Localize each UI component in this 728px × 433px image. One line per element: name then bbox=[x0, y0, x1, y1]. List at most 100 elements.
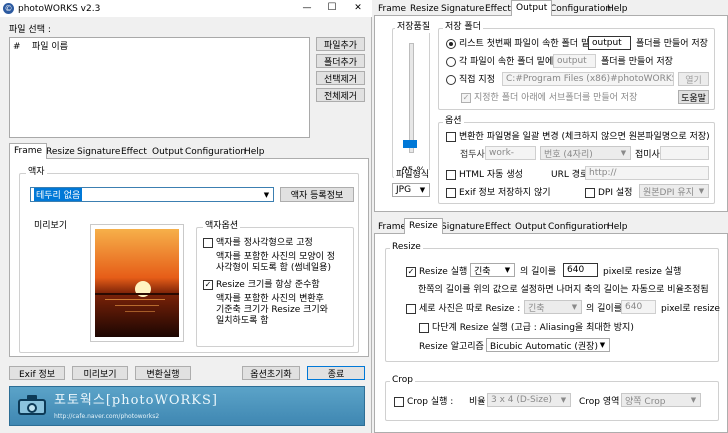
save-folder-label: 저장 폴더 bbox=[443, 22, 483, 33]
square-frame-desc-2: 사각형이 되도록 함 (썸네일용) bbox=[216, 263, 331, 273]
sunset-preview-icon bbox=[95, 229, 179, 337]
format-select[interactable]: JPG ▼ bbox=[392, 183, 430, 197]
file-list-col-num: # bbox=[13, 42, 21, 52]
first-file-folder-input[interactable]: output bbox=[588, 36, 631, 50]
rb-tab-effect[interactable]: Effect bbox=[481, 220, 515, 234]
chevron-down-icon: ▼ bbox=[419, 186, 426, 194]
right-top-tab-strip: Frame Resize Signature Effect Output Con… bbox=[374, 0, 728, 16]
portrait-length-label: 의 길이를 bbox=[586, 304, 622, 314]
left-tab-help[interactable]: Help bbox=[240, 145, 269, 159]
crop-ratio-label: 비율 bbox=[469, 397, 486, 407]
rt-tab-frame[interactable]: Frame bbox=[374, 2, 410, 16]
resize-pixel-label: pixel로 resize 실행 bbox=[603, 267, 682, 277]
resize-group-label: Resize bbox=[390, 242, 423, 253]
file-list[interactable]: # 파일 이름 bbox=[9, 37, 310, 138]
frame-panel: 액자 테두리 없음 ▼ 액자 등록정보 미리보기 액자옵션 액자를 정사각형으로… bbox=[9, 158, 369, 357]
chevron-down-icon: ▼ bbox=[599, 341, 606, 349]
preview-button[interactable]: 미리보기 bbox=[72, 366, 128, 380]
frame-preview-image bbox=[90, 224, 184, 342]
chevron-down-icon: ▼ bbox=[560, 396, 567, 404]
maximize-button[interactable]: ☐ bbox=[322, 2, 342, 14]
minimize-button[interactable]: — bbox=[297, 2, 317, 14]
portrait-length-input[interactable]: 640 bbox=[621, 300, 656, 314]
crop-ratio-value: 3 x 4 (D-Size) bbox=[491, 395, 553, 405]
multi-step-checkbox[interactable] bbox=[419, 323, 429, 333]
prefix-input[interactable]: work- bbox=[485, 146, 536, 160]
help-button[interactable]: 도움말 bbox=[678, 90, 709, 104]
radio-custom-folder-label: 직접 지정 bbox=[459, 75, 495, 85]
rb-tab-help[interactable]: Help bbox=[603, 220, 632, 234]
left-tab-effect[interactable]: Effect bbox=[117, 145, 151, 159]
crop-area-select[interactable]: 양쪽 Crop ▼ bbox=[621, 393, 701, 407]
crop-run-checkbox[interactable] bbox=[394, 397, 404, 407]
url-input[interactable]: http:// bbox=[585, 166, 709, 180]
crop-ratio-select[interactable]: 3 x 4 (D-Size) ▼ bbox=[487, 393, 571, 407]
suffix-label: 접미사 bbox=[635, 150, 660, 160]
rt-tab-effect[interactable]: Effect bbox=[481, 2, 515, 16]
remove-selected-button[interactable]: 선택제거 bbox=[316, 71, 365, 85]
quality-group: 저장품질 95 % bbox=[392, 22, 433, 178]
open-folder-button[interactable]: 열기 bbox=[678, 72, 709, 86]
dpi-value: 원본DPI 유지 bbox=[643, 187, 694, 198]
rt-tab-help[interactable]: Help bbox=[603, 2, 632, 16]
resize-axis-select[interactable]: 긴축 ▼ bbox=[470, 263, 515, 277]
resize-run-label: Resize 실행 : bbox=[419, 267, 474, 277]
radio-each-file-folder-after: 폴더를 만들어 저장 bbox=[601, 57, 673, 67]
frame-select[interactable]: 테두리 없음 ▼ bbox=[30, 187, 274, 202]
frame-group: 액자 테두리 없음 ▼ 액자 등록정보 미리보기 액자옵션 액자를 정사각형으로… bbox=[19, 167, 359, 353]
html-label: HTML 자동 생성 bbox=[459, 170, 523, 180]
radio-first-file-folder[interactable] bbox=[446, 39, 456, 49]
frame-options-label: 액자옵션 bbox=[203, 221, 241, 232]
exit-button[interactable]: 종료 bbox=[307, 366, 365, 380]
dpi-select[interactable]: 원본DPI 유지 ▼ bbox=[639, 184, 709, 198]
radio-each-file-folder[interactable] bbox=[446, 57, 456, 67]
add-file-button[interactable]: 파일추가 bbox=[316, 37, 365, 51]
quality-slider-track[interactable] bbox=[409, 43, 414, 153]
radio-custom-folder[interactable] bbox=[446, 75, 456, 85]
each-file-folder-input[interactable]: output bbox=[553, 54, 596, 68]
resize-run-checkbox[interactable]: ✓ bbox=[406, 267, 416, 277]
quality-slider-thumb[interactable] bbox=[403, 140, 417, 148]
chevron-down-icon: ▼ bbox=[263, 190, 270, 199]
preview-label: 미리보기 bbox=[34, 221, 68, 231]
close-button[interactable]: ✕ bbox=[348, 2, 368, 14]
html-checkbox[interactable] bbox=[446, 170, 456, 180]
rename-checkbox[interactable] bbox=[446, 132, 456, 142]
square-frame-checkbox[interactable] bbox=[203, 238, 213, 248]
crop-run-label: Crop 실행 : bbox=[407, 397, 454, 407]
left-tab-frame[interactable]: Frame bbox=[9, 143, 48, 159]
remove-all-button[interactable]: 전체제거 bbox=[316, 88, 365, 102]
suffix-input[interactable] bbox=[660, 146, 709, 160]
algorithm-select[interactable]: Bicubic Automatic (권장) ▼ bbox=[486, 338, 610, 352]
add-folder-button[interactable]: 폴더추가 bbox=[316, 54, 365, 68]
exif-info-button[interactable]: Exif 정보 bbox=[9, 366, 65, 380]
reset-options-button[interactable]: 옵션초기화 bbox=[242, 366, 300, 380]
portrait-resize-checkbox[interactable] bbox=[406, 304, 416, 314]
banner[interactable]: 포토웍스[photoWORKS] http://cafe.naver.com/p… bbox=[9, 386, 365, 426]
format-label: 파일형식 bbox=[394, 170, 432, 181]
algorithm-label: Resize 알고리즘 bbox=[419, 342, 484, 352]
title-bar: © photoWORKS v2.3 — ☐ ✕ bbox=[0, 0, 372, 17]
subfolder-checkbox[interactable]: ✓ bbox=[461, 93, 471, 103]
crop-area-value: 양쪽 Crop bbox=[625, 396, 666, 407]
custom-folder-path-input[interactable]: C:#Program Files (x86)#photoWORKS bbox=[502, 72, 674, 86]
quality-label: 저장품질 bbox=[395, 22, 433, 33]
portrait-axis-select[interactable]: 긴축 ▼ bbox=[524, 300, 582, 314]
rt-tab-output[interactable]: Output bbox=[511, 0, 553, 16]
right-bottom-tab-strip: Frame Resize Signature Effect Output Con… bbox=[374, 218, 728, 234]
app-logo-icon: © bbox=[3, 3, 14, 14]
frame-register-button[interactable]: 액자 등록정보 bbox=[280, 187, 354, 202]
camera-icon bbox=[18, 395, 46, 415]
keep-resize-checkbox[interactable]: ✓ bbox=[203, 280, 213, 290]
resize-length-input[interactable]: 640 bbox=[563, 263, 598, 277]
resize-group: Resize ✓ Resize 실행 : 긴축 ▼ 의 길이를 640 pixe… bbox=[385, 242, 720, 362]
dpi-checkbox[interactable] bbox=[585, 188, 595, 198]
convert-button[interactable]: 변환실행 bbox=[135, 366, 191, 380]
frame-options-group: 액자옵션 액자를 정사각형으로 고정 액자를 포함한 사진의 모양이 정 사각형… bbox=[196, 221, 354, 347]
frame-group-label: 액자 bbox=[26, 167, 47, 178]
exif-checkbox[interactable] bbox=[446, 188, 456, 198]
numbering-select[interactable]: 번호 (4자리) ▼ bbox=[540, 146, 631, 160]
chevron-down-icon: ▼ bbox=[504, 266, 511, 274]
rb-tab-resize[interactable]: Resize bbox=[404, 218, 443, 234]
portrait-pixel-label: pixel로 resize bbox=[661, 304, 720, 314]
